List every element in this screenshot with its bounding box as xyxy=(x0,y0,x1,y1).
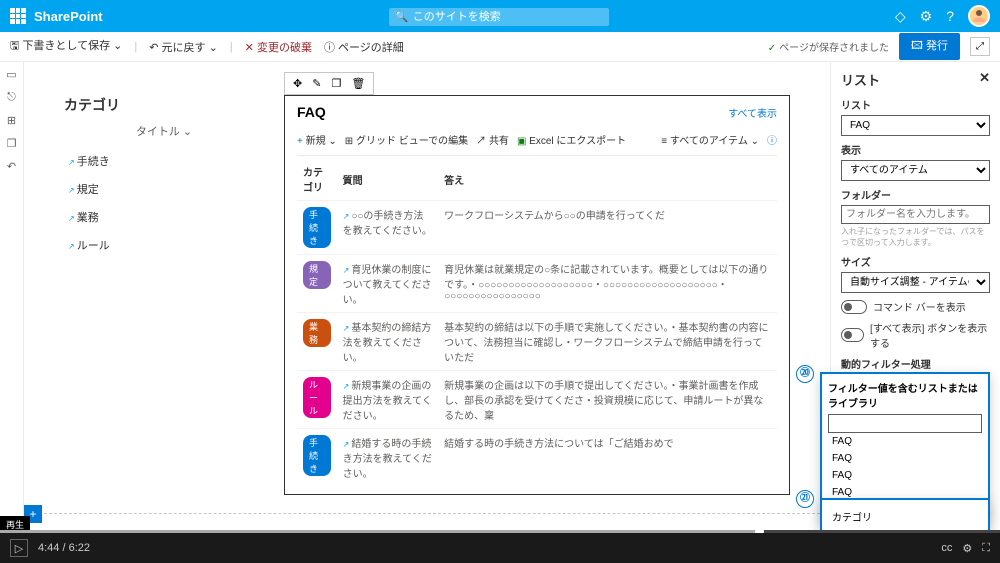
undo-button[interactable]: ↶ 元に戻す ⌄ xyxy=(149,39,218,55)
table-row[interactable]: 規定育児休業の制度について教えてください。育児休業は就業規定の○条に記載されてい… xyxy=(297,255,777,313)
category-item[interactable]: 手続き xyxy=(64,147,264,175)
search-icon: 🔍 xyxy=(395,10,409,23)
section-divider: + xyxy=(24,513,830,514)
page-canvas: ✥ ✎ ❐ 🗑 カテゴリ タイトル ⌄ 手続き 規定 業務 ルール FAQ すべ… xyxy=(24,62,830,533)
annotation-badge-21: ㉑ xyxy=(796,490,814,508)
play-button[interactable]: ▷ xyxy=(10,539,28,557)
dropdown-item[interactable]: カテゴリ xyxy=(828,506,982,527)
panel-title: リスト xyxy=(841,70,880,89)
duplicate-icon[interactable]: ❐ xyxy=(331,77,341,90)
webpart-toolbar: ✥ ✎ ❐ 🗑 xyxy=(284,72,374,95)
saved-status: ✓ページが保存されました xyxy=(768,39,889,54)
dropdown-item[interactable]: FAQ xyxy=(828,467,982,484)
list-toolbar: + 新規 ⌄ ⊞ グリッド ビューでの編集 ↗ 共有 ▣ Excel にエクスポ… xyxy=(297,128,777,156)
edit-icon[interactable]: ✎ xyxy=(312,77,321,90)
category-item[interactable]: ルール xyxy=(64,231,264,259)
move-icon[interactable]: ✥ xyxy=(293,77,302,90)
category-item[interactable]: 規定 xyxy=(64,175,264,203)
rail-grid-icon[interactable]: ⊞ xyxy=(7,114,16,127)
video-time: 4:44 / 6:22 xyxy=(38,542,90,554)
faq-table: カテゴリ質問答え 手続き○○の手続き方法を教えてください。ワークフローシステムか… xyxy=(297,156,777,486)
info-icon[interactable]: ⓘ xyxy=(767,132,777,147)
categories-column-header: タイトル ⌄ xyxy=(64,123,264,139)
gear-icon[interactable]: ⚙ xyxy=(962,542,972,555)
faq-webpart: FAQ すべて表示 + 新規 ⌄ ⊞ グリッド ビューでの編集 ↗ 共有 ▣ E… xyxy=(284,95,790,495)
page-details-button[interactable]: ⓘ ページの詳細 xyxy=(324,39,404,55)
sharepoint-topbar: SharePoint 🔍 ◇ ⚙ ? xyxy=(0,0,1000,32)
help-icon[interactable]: ? xyxy=(946,8,954,24)
close-icon[interactable]: ✕ xyxy=(979,70,990,89)
fullscreen-icon[interactable]: ⛶ xyxy=(982,542,990,555)
cc-icon[interactable]: cc xyxy=(941,542,952,554)
page-command-bar: 🖫 下書きとして保存 ⌄ | ↶ 元に戻す ⌄ | ✕ 変更の破棄 ⓘ ページの… xyxy=(0,32,1000,62)
megaphone-icon[interactable]: ◇ xyxy=(895,8,906,25)
share-button[interactable]: ↗ 共有 xyxy=(476,132,509,147)
table-row[interactable]: 業務基本契約の締結方法を教えてください。基本契約の締結は以下の手順で実施してくだ… xyxy=(297,313,777,371)
app-launcher-icon[interactable] xyxy=(10,8,26,24)
avatar[interactable] xyxy=(968,5,990,27)
dropdown-item[interactable]: FAQ xyxy=(828,450,982,467)
filter-list-input[interactable] xyxy=(828,414,982,433)
new-button[interactable]: + 新規 ⌄ xyxy=(297,132,337,147)
rail-undo-icon[interactable]: ↶ xyxy=(7,160,16,173)
dropdown-item[interactable]: FAQ xyxy=(828,433,982,450)
faq-title: FAQ xyxy=(297,104,326,120)
table-row[interactable]: ルール新規事業の企画の提出方法を教えてください。新規事業の企画は以下の手順で提出… xyxy=(297,371,777,429)
showall-toggle[interactable] xyxy=(841,328,864,342)
table-row[interactable]: 手続き○○の手続き方法を教えてください。ワークフローシステムから○○の申請を行っ… xyxy=(297,201,777,255)
grid-edit-button[interactable]: ⊞ グリッド ビューでの編集 xyxy=(345,132,468,147)
cmdbar-toggle[interactable] xyxy=(841,300,867,314)
rail-link-icon[interactable]: ⎋ xyxy=(7,91,16,104)
save-draft-button[interactable]: 🖫 下書きとして保存 ⌄ xyxy=(10,37,122,56)
settings-icon[interactable]: ⚙ xyxy=(920,8,933,25)
view-select[interactable]: すべてのアイテム xyxy=(841,160,990,181)
app-name: SharePoint xyxy=(34,9,103,24)
category-item[interactable]: 業務 xyxy=(64,203,264,231)
expand-icon[interactable]: ⤢ xyxy=(970,37,990,56)
table-row[interactable]: 手続き結婚する時の手続き方法を教えてください。結婚する時の手続き方法については「… xyxy=(297,429,777,487)
rail-layers-icon[interactable]: ▭ xyxy=(6,68,16,81)
publish-button[interactable]: 🖾 発行 xyxy=(899,33,960,60)
view-selector[interactable]: ≡ すべてのアイテム ⌄ xyxy=(661,132,759,147)
search-input[interactable] xyxy=(389,8,609,26)
show-all-link[interactable]: すべて表示 xyxy=(728,105,777,120)
list-select[interactable]: FAQ xyxy=(841,115,990,136)
folder-input[interactable] xyxy=(841,205,990,224)
video-controls: ▷ 4:44 / 6:22 cc ⚙ ⛶ xyxy=(0,533,1000,563)
annotation-badge-20: ⑳ xyxy=(796,365,814,383)
discard-button[interactable]: ✕ 変更の破棄 xyxy=(245,39,312,55)
excel-export-button[interactable]: ▣ Excel にエクスポート xyxy=(517,132,626,147)
delete-icon[interactable]: 🗑 xyxy=(351,77,365,90)
categories-title: カテゴリ xyxy=(64,95,264,115)
rail-copy-icon[interactable]: ❐ xyxy=(7,137,17,150)
size-select[interactable]: 自動サイズ調整 - アイテムの数に合わせ… xyxy=(841,272,990,293)
left-rail: ▭ ⎋ ⊞ ❐ ↶ xyxy=(0,62,24,533)
